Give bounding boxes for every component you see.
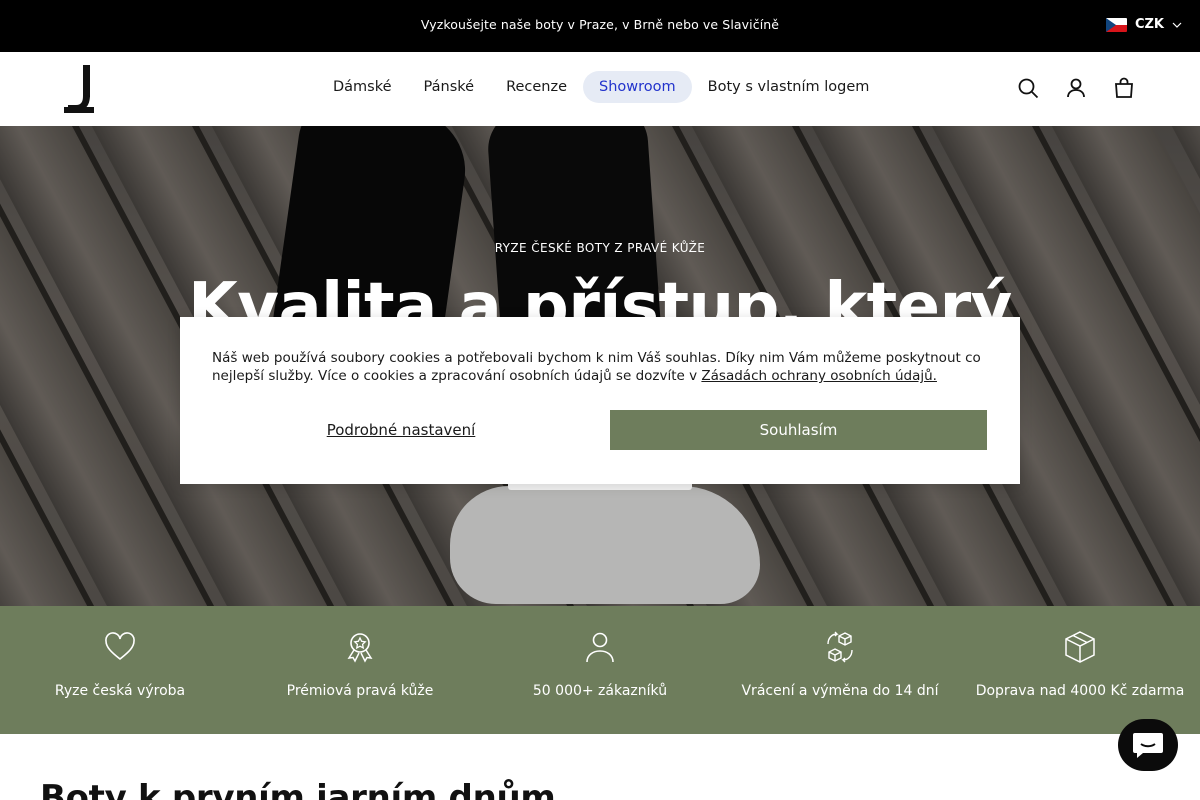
feature-label: Ryze česká výroba — [54, 683, 186, 699]
nav-item-showroom[interactable]: Showroom — [583, 71, 692, 103]
account-icon[interactable] — [1064, 76, 1088, 100]
nav-item-custom-logo[interactable]: Boty s vlastním logem — [692, 71, 886, 103]
cart-icon[interactable] — [1112, 76, 1136, 100]
cookie-settings-button[interactable]: Podrobné nastavení — [212, 421, 590, 439]
announcement-text: Vyzkoušejte naše boty v Praze, v Brně ne… — [420, 17, 780, 32]
chevron-down-icon — [1172, 22, 1182, 28]
privacy-policy-link[interactable]: Zásadách ochrany osobních údajů. — [701, 368, 937, 384]
section-title: Boty k prvním jarním dnům — [40, 778, 556, 800]
currency-selector[interactable]: CZK — [1105, 17, 1182, 32]
cookie-consent-dialog: Náš web používá soubory cookies a potřeb… — [180, 317, 1020, 484]
main-nav: Dámské Pánské Recenze Showroom Boty s vl… — [317, 71, 885, 103]
hero-eyebrow: RYZE ČESKÉ BOTY Z PRAVÉ KŮŽE — [494, 241, 706, 255]
exchange-boxes-icon — [827, 631, 853, 663]
header-actions — [1016, 76, 1136, 100]
search-icon[interactable] — [1016, 76, 1040, 100]
site-header: Dámské Pánské Recenze Showroom Boty s vl… — [0, 52, 1200, 126]
heart-icon — [105, 632, 135, 661]
czech-flag-icon — [1105, 17, 1127, 32]
cookie-accept-button[interactable]: Souhlasím — [610, 410, 987, 450]
nav-item-damske[interactable]: Dámské — [317, 71, 408, 103]
j-logo-icon[interactable] — [64, 65, 94, 113]
chat-button[interactable] — [1118, 719, 1178, 771]
feature-item: Doprava nad 4000 Kč zdarma — [960, 606, 1200, 734]
feature-label: Vrácení a výměna do 14 dní — [741, 683, 939, 699]
feature-item: Ryze česká výroba — [0, 606, 240, 734]
currency-code: CZK — [1134, 17, 1164, 32]
feature-label: 50 000+ zákazníků — [532, 683, 668, 699]
feature-item: 50 000+ zákazníků — [480, 606, 720, 734]
nav-item-panske[interactable]: Pánské — [408, 71, 491, 103]
feature-label: Prémiová pravá kůže — [286, 683, 434, 699]
award-badge-icon — [347, 633, 373, 663]
feature-label: Doprava nad 4000 Kč zdarma — [975, 683, 1185, 699]
feature-item: Prémiová pravá kůže — [240, 606, 480, 734]
chat-icon — [1133, 733, 1163, 758]
package-icon — [1065, 631, 1095, 663]
cookie-text: Náš web používá soubory cookies a potřeb… — [212, 349, 988, 385]
cookie-actions: Podrobné nastavení Souhlasím — [212, 410, 987, 450]
person-icon — [586, 632, 614, 663]
feature-item: Vrácení a výměna do 14 dní — [720, 606, 960, 734]
announcement-bar: Vyzkoušejte naše boty v Praze, v Brně ne… — [0, 0, 1200, 52]
nav-item-recenze[interactable]: Recenze — [490, 71, 583, 103]
features-strip: Ryze česká výroba Prémiová pravá kůže 50… — [0, 606, 1200, 734]
